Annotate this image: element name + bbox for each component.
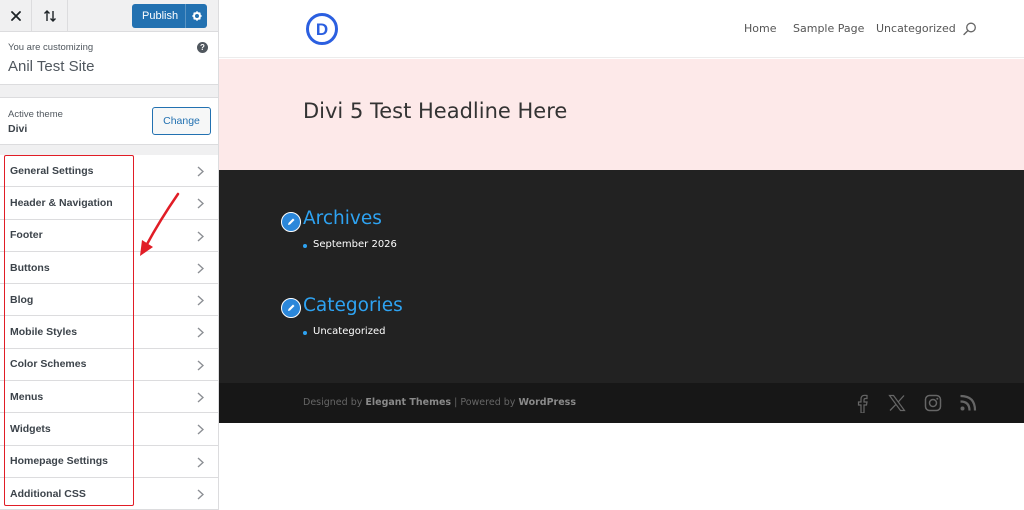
gear-icon <box>191 11 202 21</box>
section-additional-css[interactable]: Additional CSS <box>0 477 218 510</box>
customizing-info-panel: You are customizing Anil Test Site ? <box>0 32 218 85</box>
pencil-icon <box>281 298 301 318</box>
help-icon[interactable]: ? <box>197 42 208 53</box>
search-icon[interactable] <box>963 22 977 36</box>
reorder-arrows-icon <box>44 9 56 22</box>
site-header: D Home Sample Page Uncategorized <box>219 0 1024 58</box>
change-theme-button[interactable]: Change <box>152 107 211 135</box>
customizer-sidebar: Publish You are customizing Anil Test Si… <box>0 0 219 510</box>
hero-headline: Divi 5 Test Headline Here <box>303 99 568 123</box>
section-label: Menus <box>10 390 44 403</box>
section-header-navigation[interactable]: Header & Navigation <box>0 187 218 220</box>
chevron-right-icon <box>197 392 204 403</box>
rss-icon[interactable] <box>959 394 977 412</box>
chevron-right-icon <box>197 166 204 177</box>
section-mobile-styles[interactable]: Mobile Styles <box>0 316 218 349</box>
footer-widgets-area: Archives September 2026 Categories Uncat… <box>219 170 1024 383</box>
pencil-icon <box>281 212 301 232</box>
footer-credits: Designed by Elegant Themes | Powered by … <box>303 397 576 408</box>
section-buttons[interactable]: Buttons <box>0 251 218 285</box>
customizing-label: You are customizing <box>8 42 94 53</box>
credits-designed-by: Designed by <box>303 397 363 408</box>
hero-section: Divi 5 Test Headline Here <box>219 59 1024 170</box>
chevron-right-icon <box>197 424 204 435</box>
section-general-settings[interactable]: General Settings <box>0 155 218 188</box>
credits-powered-by: | Powered by <box>451 397 516 408</box>
divi-logo-icon[interactable]: D <box>305 12 339 46</box>
logo-letter: D <box>316 20 328 39</box>
active-theme-label: Active theme <box>8 109 63 120</box>
section-menus[interactable]: Menus <box>0 381 218 414</box>
section-footer[interactable]: Footer <box>0 219 218 252</box>
site-title: Anil Test Site <box>8 58 95 75</box>
section-color-schemes[interactable]: Color Schemes <box>0 348 218 382</box>
publish-settings-button[interactable] <box>185 4 207 28</box>
list-bullet <box>303 244 307 248</box>
customizer-section-list: General Settings Header & Navigation Foo… <box>0 155 218 510</box>
publish-button-group: Publish <box>132 4 207 28</box>
section-label: Widgets <box>10 423 51 436</box>
section-blog[interactable]: Blog <box>0 284 218 317</box>
close-icon <box>10 10 21 21</box>
section-label: Buttons <box>10 261 50 274</box>
nav-home[interactable]: Home <box>744 22 776 35</box>
section-label: Header & Navigation <box>10 196 113 209</box>
x-icon[interactable] <box>888 394 906 412</box>
archive-link-item[interactable]: September 2026 <box>313 239 397 250</box>
section-homepage-settings[interactable]: Homepage Settings <box>0 445 218 478</box>
nav-uncategorized[interactable]: Uncategorized <box>876 22 956 35</box>
nav-sample-page[interactable]: Sample Page <box>793 22 864 35</box>
active-theme-panel: Active theme Divi Change <box>0 97 218 145</box>
publish-button[interactable]: Publish <box>132 10 185 22</box>
chevron-right-icon <box>197 263 204 274</box>
footer-bottom-bar: Designed by Elegant Themes | Powered by … <box>219 383 1024 423</box>
facebook-icon[interactable] <box>856 394 868 413</box>
chevron-right-icon <box>197 489 204 500</box>
customizer-topbar: Publish <box>0 0 218 32</box>
wordpress-link[interactable]: WordPress <box>518 397 576 408</box>
archives-widget-title: Archives <box>303 208 382 229</box>
list-bullet <box>303 331 307 335</box>
chevron-right-icon <box>197 295 204 306</box>
section-label: Mobile Styles <box>10 326 78 339</box>
instagram-icon[interactable] <box>924 394 942 412</box>
active-theme-name: Divi <box>8 123 28 135</box>
category-link-item[interactable]: Uncategorized <box>313 326 385 337</box>
section-label: Additional CSS <box>10 487 86 500</box>
categories-widget-title: Categories <box>303 295 403 316</box>
chevron-right-icon <box>197 457 204 468</box>
section-label: General Settings <box>10 164 94 177</box>
section-label: Color Schemes <box>10 358 87 371</box>
section-widgets[interactable]: Widgets <box>0 413 218 446</box>
elegant-themes-link[interactable]: Elegant Themes <box>365 397 451 408</box>
section-label: Footer <box>10 229 43 242</box>
reorder-button[interactable] <box>33 0 68 31</box>
section-label: Homepage Settings <box>10 455 109 468</box>
close-customizer-button[interactable] <box>0 0 32 31</box>
chevron-right-icon <box>197 231 204 242</box>
annotation-arrow-icon <box>140 192 180 256</box>
site-preview: D Home Sample Page Uncategorized Divi 5 … <box>219 0 1024 510</box>
chevron-right-icon <box>197 198 204 209</box>
chevron-right-icon <box>197 360 204 371</box>
section-label: Blog <box>10 293 34 306</box>
chevron-right-icon <box>197 327 204 339</box>
